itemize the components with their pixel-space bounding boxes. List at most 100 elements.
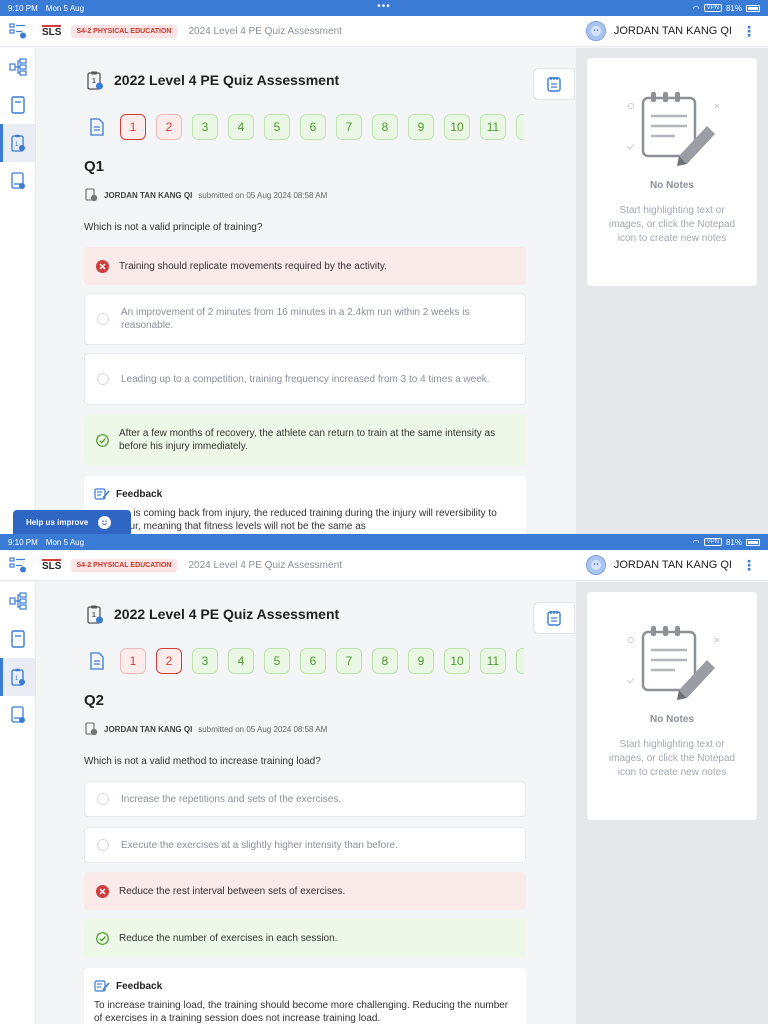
question-nav: 1 2 3 4 5 6 7 8 9 10 11 bbox=[84, 648, 524, 674]
question-nav-4[interactable]: 4 bbox=[228, 648, 254, 674]
overview-doc-icon[interactable] bbox=[84, 648, 110, 674]
status-date: Mon 5 Aug bbox=[45, 537, 85, 547]
question-nav-11[interactable]: 11 bbox=[480, 114, 506, 140]
battery-percent: 81% bbox=[725, 3, 742, 13]
question-nav-9[interactable]: 9 bbox=[408, 114, 434, 140]
side-nav: 1 bbox=[0, 582, 36, 1024]
submission-icon bbox=[85, 188, 98, 202]
feedback-title: Feedback bbox=[116, 489, 163, 500]
question-nav-9[interactable]: 9 bbox=[408, 648, 434, 674]
sidebar-item-structure[interactable] bbox=[0, 48, 35, 86]
notes-empty-title: No Notes bbox=[650, 180, 694, 191]
question-nav-8[interactable]: 8 bbox=[372, 114, 398, 140]
sidebar-item-structure[interactable] bbox=[0, 582, 35, 620]
sidebar-item-tasks[interactable] bbox=[0, 162, 35, 200]
option-text: Reduce the number of exercises in each s… bbox=[119, 932, 338, 944]
feedback-heading: Feedback bbox=[94, 980, 516, 993]
user-name: JORDAN TAN KANG QI bbox=[613, 25, 732, 37]
option-2: An improvement of 2 minutes from 16 minu… bbox=[84, 293, 526, 345]
brand-logo[interactable]: SLS bbox=[42, 559, 62, 572]
side-nav: 1 bbox=[0, 48, 36, 534]
option-text: Execute the exercises at a slightly high… bbox=[121, 839, 398, 851]
question-nav-6[interactable]: 6 bbox=[300, 114, 326, 140]
wifi-icon: ◠ bbox=[692, 3, 700, 13]
app-header: SLS S4-2 PHYSICAL EDUCATION 2024 Level 4… bbox=[0, 16, 768, 47]
notepad-button[interactable] bbox=[533, 68, 575, 100]
option-3-incorrect: Reduce the rest interval between sets of… bbox=[84, 872, 526, 910]
question-label: Q2 bbox=[84, 692, 105, 709]
question-nav-3[interactable]: 3 bbox=[192, 648, 218, 674]
notepad-button[interactable] bbox=[533, 602, 575, 634]
question-nav-10[interactable]: 10 bbox=[444, 648, 470, 674]
quiz-title-text: 2022 Level 4 PE Quiz Assessment bbox=[114, 606, 340, 622]
svg-text:1: 1 bbox=[15, 676, 19, 682]
submitter-name: JORDAN TAN KANG QI bbox=[104, 190, 193, 200]
help-label: Help us improve bbox=[26, 517, 89, 527]
sidebar-item-tasks[interactable] bbox=[0, 696, 35, 734]
screenshot-bottom: 9:10 PM Mon 5 Aug ◠ VPN 81% SLS S4-2 PHY… bbox=[0, 534, 768, 1024]
question-nav-more[interactable] bbox=[516, 114, 524, 140]
status-bar: 9:10 PM Mon 5 Aug ••• ◠ VPN 81% bbox=[0, 0, 768, 16]
avatar bbox=[585, 555, 606, 575]
question-nav-7[interactable]: 7 bbox=[336, 648, 362, 674]
multitask-dots-icon[interactable]: ••• bbox=[377, 1, 391, 12]
question-nav-2[interactable]: 2 bbox=[156, 648, 182, 674]
task-list-icon bbox=[10, 172, 25, 189]
question-nav-11[interactable]: 11 bbox=[480, 648, 506, 674]
question-nav-10[interactable]: 10 bbox=[444, 114, 470, 140]
quiz-clipboard-icon: 1 bbox=[10, 134, 25, 152]
more-menu-icon[interactable]: ⋮ bbox=[742, 23, 756, 40]
svg-text:1: 1 bbox=[92, 78, 96, 85]
question-nav-5[interactable]: 5 bbox=[264, 114, 290, 140]
breadcrumb[interactable]: 2024 Level 4 PE Quiz Assessment bbox=[189, 560, 342, 571]
question-nav-8[interactable]: 8 bbox=[372, 648, 398, 674]
overview-doc-icon[interactable] bbox=[84, 114, 110, 140]
question-nav-6[interactable]: 6 bbox=[300, 648, 326, 674]
notebook-icon bbox=[10, 630, 25, 648]
option-text: Increase the repetitions and sets of the… bbox=[121, 793, 342, 805]
question-nav-7[interactable]: 7 bbox=[336, 114, 362, 140]
question-nav-more[interactable] bbox=[516, 648, 524, 674]
question-nav-1[interactable]: 1 bbox=[120, 648, 146, 674]
notes-empty-description: Start highlighting text or images, or cl… bbox=[608, 739, 736, 778]
battery-icon bbox=[746, 538, 760, 546]
correct-icon bbox=[96, 931, 109, 945]
class-badge[interactable]: S4-2 PHYSICAL EDUCATION bbox=[71, 558, 177, 572]
svg-text:1: 1 bbox=[92, 612, 96, 619]
option-1-incorrect: Training should replicate movements requ… bbox=[84, 247, 526, 285]
status-time: 9:10 PM bbox=[8, 537, 38, 547]
sidebar-item-quiz[interactable]: 1 bbox=[0, 658, 35, 696]
sidebar-item-notebook[interactable] bbox=[0, 620, 35, 658]
quiz-main: 1 2022 Level 4 PE Quiz Assessment 1 2 3 … bbox=[36, 582, 576, 1024]
sidebar-item-quiz[interactable]: 1 bbox=[0, 124, 35, 162]
vpn-indicator: VPN bbox=[703, 538, 722, 546]
feedback-text: one is coming back from injury, the redu… bbox=[114, 508, 497, 532]
question-nav-2[interactable]: 2 bbox=[156, 114, 182, 140]
radio-button bbox=[97, 373, 109, 385]
option-3: Leading up to a competition, training fr… bbox=[84, 353, 526, 405]
submitted-text: submitted on 05 Aug 2024 08:58 AM bbox=[198, 724, 328, 734]
question-nav-1[interactable]: 1 bbox=[120, 114, 146, 140]
question-nav-3[interactable]: 3 bbox=[192, 114, 218, 140]
brand-logo[interactable]: SLS bbox=[42, 25, 62, 38]
notes-panel: No Notes Start highlighting text or imag… bbox=[587, 58, 757, 286]
user-profile[interactable]: JORDAN TAN KANG QI bbox=[585, 21, 732, 41]
more-menu-icon[interactable]: ⋮ bbox=[742, 557, 756, 574]
menu-icon[interactable] bbox=[8, 556, 28, 574]
sidebar-item-notebook[interactable] bbox=[0, 86, 35, 124]
question-nav-4[interactable]: 4 bbox=[228, 114, 254, 140]
class-badge[interactable]: S4-2 PHYSICAL EDUCATION bbox=[71, 24, 177, 38]
feedback-icon bbox=[94, 488, 110, 500]
notes-empty-description: Start highlighting text or images, or cl… bbox=[608, 205, 736, 244]
breadcrumb[interactable]: 2024 Level 4 PE Quiz Assessment bbox=[189, 26, 342, 37]
question-label: Q1 bbox=[84, 158, 105, 175]
user-profile[interactable]: JORDAN TAN KANG QI bbox=[585, 555, 732, 575]
question-nav-5[interactable]: 5 bbox=[264, 648, 290, 674]
status-date: Mon 5 Aug bbox=[45, 3, 85, 13]
feedback-icon bbox=[94, 980, 110, 992]
user-name: JORDAN TAN KANG QI bbox=[613, 559, 732, 571]
notes-panel: No Notes Start highlighting text or imag… bbox=[587, 592, 757, 820]
menu-icon[interactable] bbox=[8, 22, 28, 40]
quiz-clipboard-icon: 1 bbox=[87, 71, 103, 90]
help-us-improve-button[interactable]: Help us improve bbox=[13, 510, 131, 534]
